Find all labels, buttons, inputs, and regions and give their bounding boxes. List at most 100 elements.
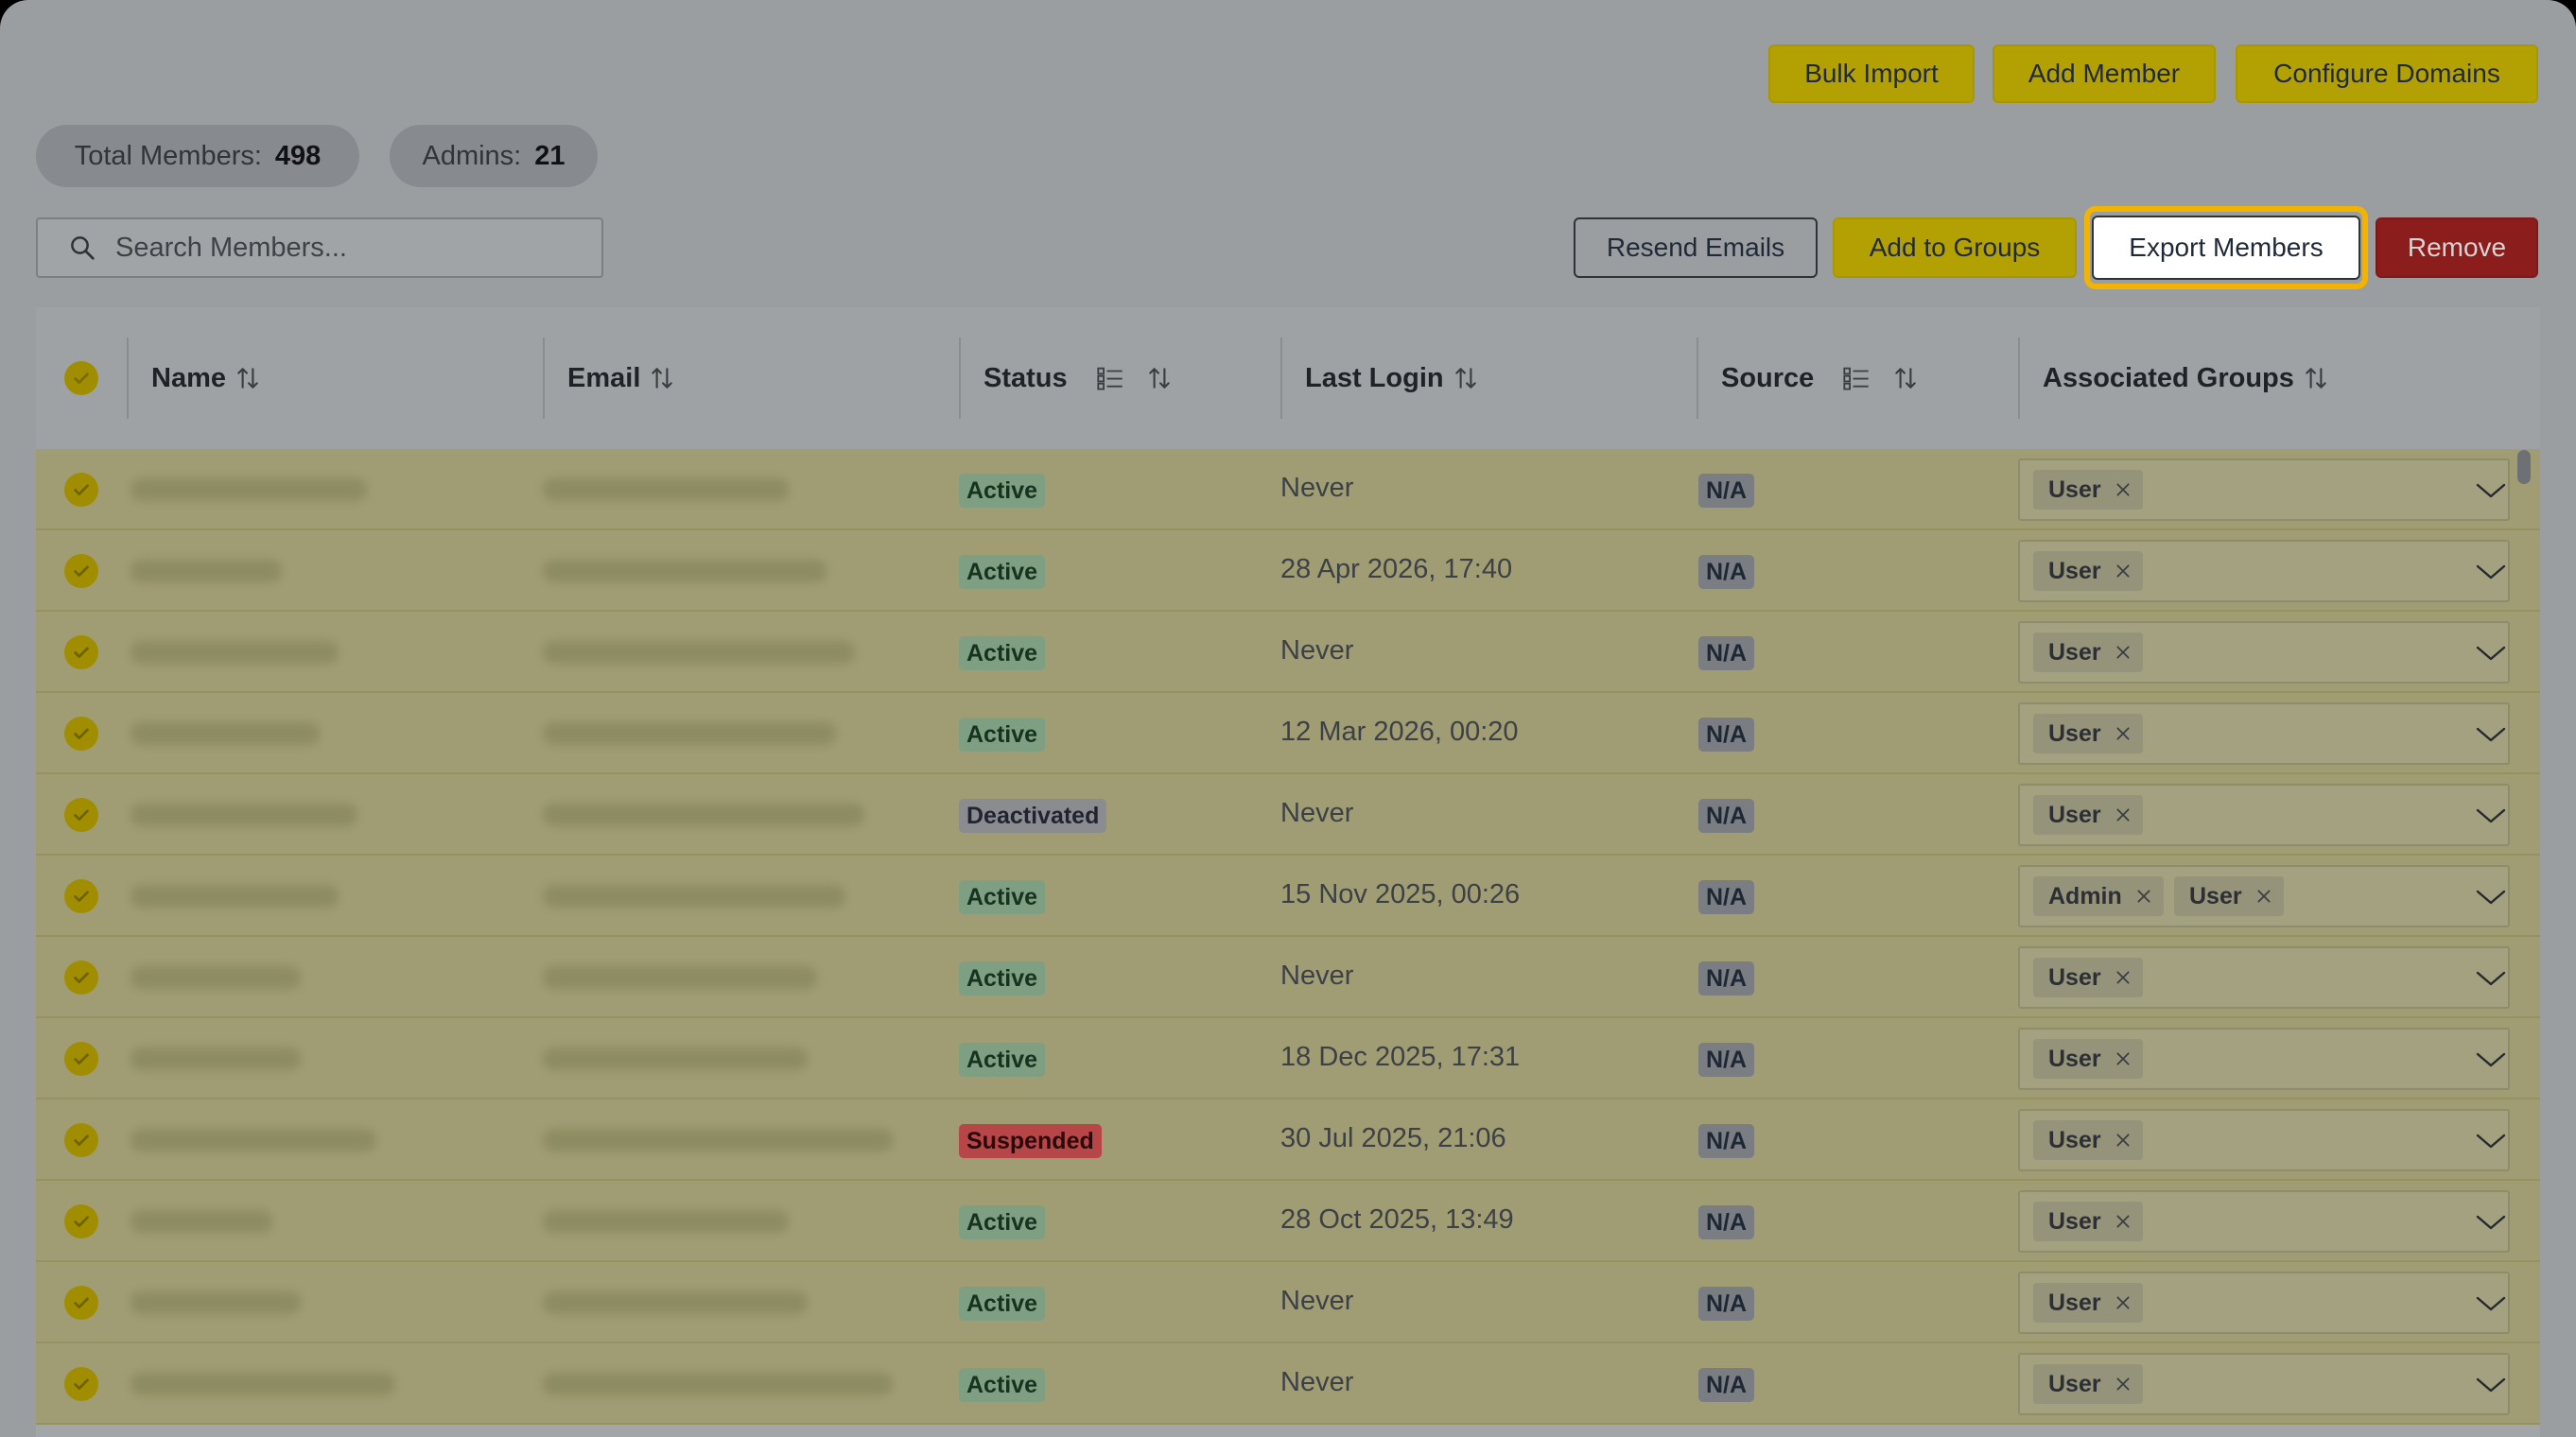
close-icon[interactable] bbox=[2115, 1294, 2132, 1311]
bulk-import-button[interactable]: Bulk Import bbox=[1768, 44, 1975, 103]
row-checkbox[interactable] bbox=[64, 1204, 98, 1238]
close-icon[interactable] bbox=[2115, 1132, 2132, 1149]
redacted-email bbox=[543, 478, 789, 501]
table-header: Name Email Status Last Login Source Asso… bbox=[36, 307, 2540, 449]
table-row[interactable]: Active Never N/A User bbox=[36, 937, 2540, 1018]
row-checkbox[interactable] bbox=[64, 635, 98, 669]
close-icon[interactable] bbox=[2115, 644, 2132, 661]
table-row[interactable]: Active 12 Mar 2026, 00:20 N/A User bbox=[36, 693, 2540, 774]
table-row[interactable]: Active Never N/A User bbox=[36, 449, 2540, 530]
redacted-email bbox=[543, 1210, 789, 1233]
add-to-groups-button[interactable]: Add to Groups bbox=[1833, 217, 2077, 278]
search-input[interactable] bbox=[115, 232, 569, 264]
table-row[interactable]: Active Never N/A User bbox=[36, 1343, 2540, 1425]
table-row[interactable]: Active Never N/A User bbox=[36, 1262, 2540, 1343]
chevron-down-icon[interactable] bbox=[2474, 967, 2508, 990]
chevron-down-icon[interactable] bbox=[2474, 1211, 2508, 1234]
chevron-down-icon[interactable] bbox=[2474, 642, 2508, 665]
row-checkbox[interactable] bbox=[64, 717, 98, 751]
sort-icon[interactable] bbox=[650, 365, 674, 391]
close-icon[interactable] bbox=[2115, 725, 2132, 742]
close-icon[interactable] bbox=[2115, 969, 2132, 986]
configure-domains-button[interactable]: Configure Domains bbox=[2236, 44, 2538, 103]
check-icon bbox=[74, 891, 89, 902]
column-name[interactable]: Name bbox=[151, 307, 260, 449]
row-checkbox[interactable] bbox=[64, 1286, 98, 1320]
groups-select[interactable]: User bbox=[2018, 1190, 2510, 1253]
column-email[interactable]: Email bbox=[567, 307, 674, 449]
sort-icon[interactable] bbox=[235, 365, 260, 391]
groups-select[interactable]: User bbox=[2018, 1109, 2510, 1171]
row-checkbox[interactable] bbox=[64, 798, 98, 832]
groups-select[interactable]: User bbox=[2018, 459, 2510, 521]
group-chip-label: Admin bbox=[2048, 882, 2122, 909]
source-badge: N/A bbox=[1698, 1205, 1755, 1239]
chevron-down-icon[interactable] bbox=[2474, 1048, 2508, 1071]
group-chip-label: User bbox=[2048, 1370, 2101, 1397]
close-icon[interactable] bbox=[2115, 806, 2132, 823]
close-icon[interactable] bbox=[2255, 888, 2272, 905]
source-badge: N/A bbox=[1698, 1287, 1755, 1321]
chevron-down-icon[interactable] bbox=[2474, 1374, 2508, 1396]
groups-select[interactable]: User bbox=[2018, 540, 2510, 602]
column-status[interactable]: Status bbox=[983, 307, 1172, 449]
sort-icon[interactable] bbox=[2304, 365, 2328, 391]
resend-emails-button[interactable]: Resend Emails bbox=[1574, 217, 1818, 278]
row-checkbox[interactable] bbox=[64, 1123, 98, 1157]
group-chip: User bbox=[2174, 876, 2284, 916]
add-member-button[interactable]: Add Member bbox=[1993, 44, 2216, 103]
check-icon bbox=[74, 1134, 89, 1146]
table-row[interactable]: Deactivated Never N/A User bbox=[36, 774, 2540, 856]
select-all-checkbox[interactable] bbox=[64, 361, 98, 395]
table-row[interactable]: Active 28 Oct 2025, 13:49 N/A User bbox=[36, 1181, 2540, 1262]
chevron-down-icon[interactable] bbox=[2474, 1292, 2508, 1315]
close-icon[interactable] bbox=[2115, 563, 2132, 580]
last-login-value: 28 Oct 2025, 13:49 bbox=[1280, 1204, 1514, 1235]
chevron-down-icon[interactable] bbox=[2474, 886, 2508, 909]
filter-list-icon[interactable] bbox=[1096, 365, 1124, 391]
groups-select[interactable]: User bbox=[2018, 946, 2510, 1009]
chevron-down-icon[interactable] bbox=[2474, 723, 2508, 746]
search-box[interactable] bbox=[36, 217, 603, 278]
groups-select[interactable]: Admin User bbox=[2018, 865, 2510, 927]
row-checkbox[interactable] bbox=[64, 554, 98, 588]
chevron-down-icon[interactable] bbox=[2474, 805, 2508, 827]
close-icon[interactable] bbox=[2115, 1050, 2132, 1067]
close-icon[interactable] bbox=[2115, 1376, 2132, 1393]
groups-select[interactable]: User bbox=[2018, 784, 2510, 846]
last-login-value: Never bbox=[1280, 1286, 1354, 1316]
table-row[interactable]: Suspended 30 Jul 2025, 21:06 N/A User bbox=[36, 1099, 2540, 1181]
close-icon[interactable] bbox=[2115, 1213, 2132, 1230]
column-source[interactable]: Source bbox=[1721, 307, 1918, 449]
last-login-value: Never bbox=[1280, 1367, 1354, 1397]
last-login-value: 18 Dec 2025, 17:31 bbox=[1280, 1042, 1521, 1072]
sort-icon[interactable] bbox=[1453, 365, 1478, 391]
column-last-login[interactable]: Last Login bbox=[1305, 307, 1478, 449]
groups-select[interactable]: User bbox=[2018, 702, 2510, 765]
chevron-down-icon[interactable] bbox=[2474, 1130, 2508, 1152]
groups-select[interactable]: User bbox=[2018, 1272, 2510, 1334]
row-checkbox[interactable] bbox=[64, 1367, 98, 1401]
remove-button[interactable]: Remove bbox=[2376, 217, 2538, 278]
export-members-button[interactable]: Export Members bbox=[2092, 216, 2360, 280]
close-icon[interactable] bbox=[2115, 481, 2132, 498]
table-row[interactable]: Active 15 Nov 2025, 00:26 N/A Admin User bbox=[36, 856, 2540, 937]
table-row[interactable]: Active 18 Dec 2025, 17:31 N/A User bbox=[36, 1018, 2540, 1099]
groups-select[interactable]: User bbox=[2018, 1353, 2510, 1415]
groups-select[interactable]: User bbox=[2018, 621, 2510, 684]
close-icon[interactable] bbox=[2135, 888, 2152, 905]
table-row[interactable]: Active 28 Apr 2026, 17:40 N/A User bbox=[36, 530, 2540, 612]
scrollbar-thumb[interactable] bbox=[2517, 450, 2531, 484]
chevron-down-icon[interactable] bbox=[2474, 561, 2508, 583]
table-row[interactable]: Active Never N/A User bbox=[36, 612, 2540, 693]
sort-icon[interactable] bbox=[1147, 365, 1172, 391]
row-checkbox[interactable] bbox=[64, 473, 98, 507]
chevron-down-icon[interactable] bbox=[2474, 479, 2508, 502]
filter-list-icon[interactable] bbox=[1842, 365, 1871, 391]
row-checkbox[interactable] bbox=[64, 961, 98, 995]
row-checkbox[interactable] bbox=[64, 879, 98, 913]
row-checkbox[interactable] bbox=[64, 1042, 98, 1076]
column-groups[interactable]: Associated Groups bbox=[2043, 307, 2328, 449]
groups-select[interactable]: User bbox=[2018, 1028, 2510, 1090]
sort-icon[interactable] bbox=[1893, 365, 1918, 391]
